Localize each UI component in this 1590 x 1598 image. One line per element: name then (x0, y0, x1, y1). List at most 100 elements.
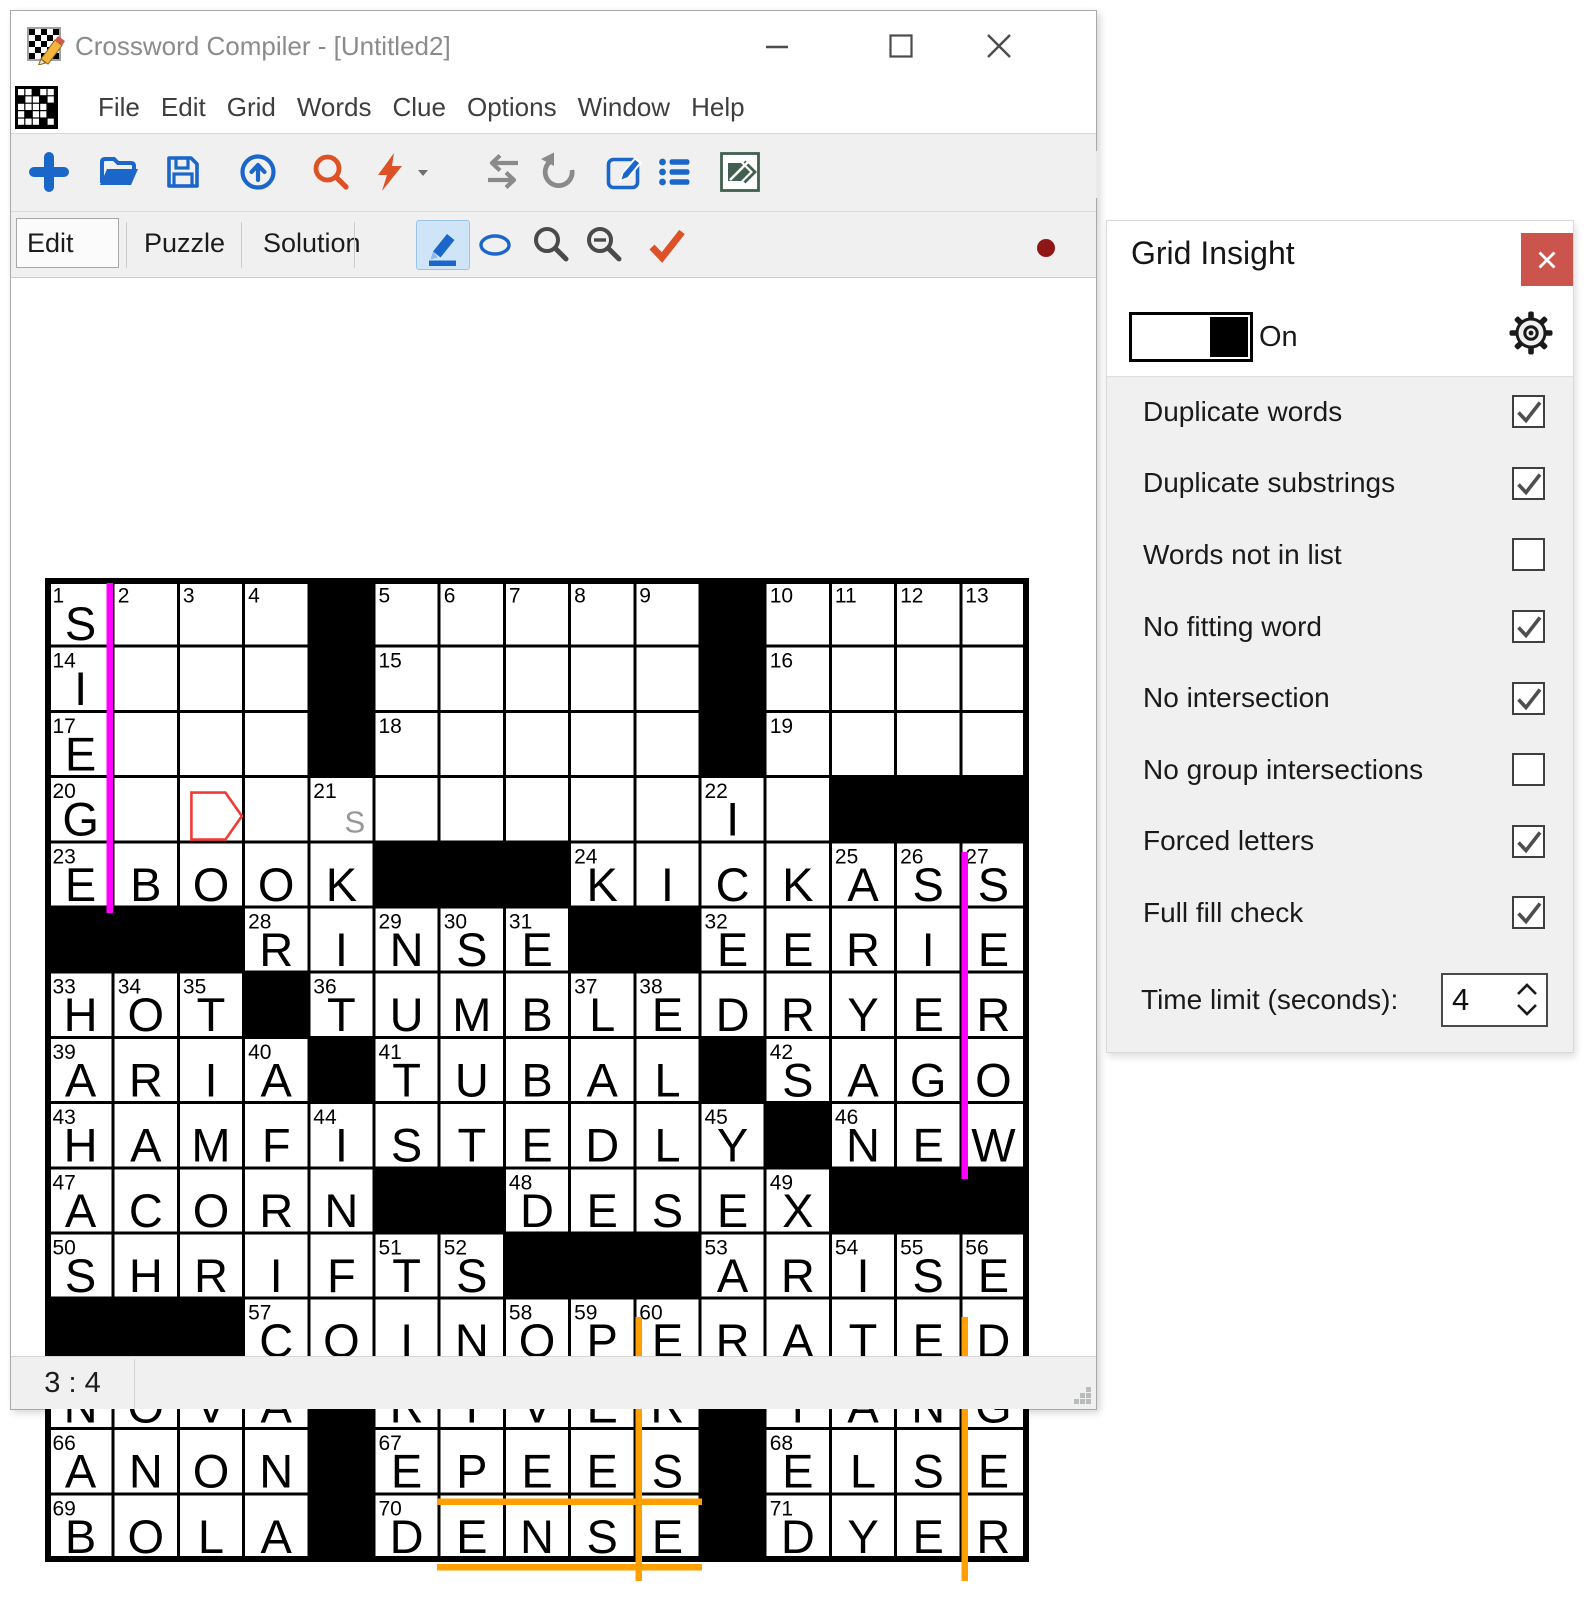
grid-cell[interactable] (244, 777, 309, 842)
new-icon[interactable] (26, 149, 72, 195)
grid-cell-black[interactable] (700, 1429, 765, 1494)
grid-cell[interactable] (635, 711, 700, 776)
grid-cell-black[interactable] (309, 1037, 374, 1102)
grid-cell-black[interactable] (570, 907, 635, 972)
grid-cell[interactable] (896, 711, 961, 776)
grid-cell[interactable] (113, 646, 178, 711)
grid-cell-black[interactable] (700, 581, 765, 646)
save-icon[interactable] (160, 149, 206, 195)
grid-cell[interactable] (570, 646, 635, 711)
tab-solution[interactable]: Solution (263, 218, 361, 268)
insight-on-toggle[interactable] (1129, 312, 1253, 362)
time-limit-spinner[interactable]: 4 (1441, 973, 1548, 1027)
tool-check[interactable] (645, 223, 689, 267)
grid-cell-black[interactable] (830, 777, 895, 842)
grid-cell-black[interactable] (178, 1298, 243, 1363)
checkbox-unchecked[interactable] (1512, 538, 1545, 571)
grid-cell[interactable] (439, 646, 504, 711)
autofill-lightning-icon[interactable] (367, 149, 413, 195)
grid-cell[interactable] (244, 711, 309, 776)
search-icon[interactable] (308, 149, 354, 195)
grid-cell[interactable] (178, 711, 243, 776)
tab-puzzle[interactable]: Puzzle (144, 218, 225, 268)
grid-cell-black[interactable] (635, 1233, 700, 1298)
checkbox-checked[interactable] (1512, 610, 1545, 643)
open-icon[interactable] (96, 149, 142, 195)
swap-arrows-icon[interactable] (480, 149, 526, 195)
grid-cell-black[interactable] (896, 1168, 961, 1233)
grid-cell-black[interactable] (961, 1168, 1026, 1233)
checkbox-checked[interactable] (1512, 395, 1545, 428)
upload-icon[interactable] (235, 149, 281, 195)
resize-grip[interactable] (1072, 1385, 1092, 1405)
chevron-up-icon[interactable] (1518, 985, 1536, 994)
grid-cell[interactable] (504, 646, 569, 711)
checkbox-checked[interactable] (1512, 467, 1545, 500)
grid-cell-black[interactable] (439, 842, 504, 907)
grid-cell-black[interactable] (635, 907, 700, 972)
grid-cell-black[interactable] (700, 711, 765, 776)
tool-zoom-in[interactable] (529, 223, 573, 267)
window-close-button[interactable] (977, 24, 1021, 68)
grid-cell-black[interactable] (765, 1103, 830, 1168)
grid-cell-black[interactable] (896, 777, 961, 842)
tool-zoom-out[interactable] (582, 223, 626, 267)
grid-cell[interactable] (961, 646, 1026, 711)
grid-cell[interactable] (961, 711, 1026, 776)
chevron-down-icon[interactable] (1518, 1005, 1536, 1014)
grid-cell-black[interactable] (309, 646, 374, 711)
grid-cell[interactable] (113, 777, 178, 842)
menu-item-words[interactable]: Words (294, 92, 375, 123)
panel-close-button[interactable] (1521, 233, 1573, 286)
checkbox-checked[interactable] (1512, 896, 1545, 929)
checkbox-checked[interactable] (1512, 825, 1545, 858)
grid-cell-black[interactable] (700, 646, 765, 711)
grid-cell[interactable] (830, 711, 895, 776)
grid-cell-black[interactable] (961, 777, 1026, 842)
grid-cell[interactable] (896, 646, 961, 711)
grid-cell-black[interactable] (700, 1494, 765, 1559)
window-maximize-button[interactable] (879, 24, 923, 68)
edit-clues-icon[interactable] (601, 149, 647, 195)
grid-cell[interactable] (504, 711, 569, 776)
window-minimize-button[interactable] (755, 24, 799, 68)
menu-item-grid[interactable]: Grid (224, 92, 279, 123)
grid-cell-black[interactable] (113, 907, 178, 972)
grid-cell-black[interactable] (309, 1494, 374, 1559)
grid-cell-black[interactable] (48, 907, 113, 972)
grid-cell-black[interactable] (700, 1037, 765, 1102)
tool-marker-pencil[interactable] (416, 220, 470, 270)
checkbox-unchecked[interactable] (1512, 753, 1545, 786)
tag-icon[interactable] (717, 149, 763, 195)
menu-item-options[interactable]: Options (464, 92, 560, 123)
grid-cell[interactable] (439, 777, 504, 842)
tab-edit[interactable]: Edit (16, 218, 119, 268)
tool-ellipse[interactable] (473, 223, 517, 267)
grid-cell-black[interactable] (504, 1233, 569, 1298)
grid-cell[interactable] (113, 711, 178, 776)
crossword-grid[interactable]: 1S234567891011121314I151617E181920G2122I… (45, 578, 1029, 1598)
gear-icon[interactable] (1503, 305, 1559, 361)
grid-cell-black[interactable] (570, 1233, 635, 1298)
grid-cell[interactable] (504, 777, 569, 842)
grid-cell[interactable] (374, 777, 439, 842)
document-grid-icon[interactable] (15, 86, 58, 129)
grid-cell[interactable] (178, 777, 243, 842)
grid-cell-black[interactable] (374, 1168, 439, 1233)
grid-cell-black[interactable] (309, 1429, 374, 1494)
menu-item-window[interactable]: Window (575, 92, 673, 123)
grid-cell-black[interactable] (830, 1168, 895, 1233)
menu-item-clue[interactable]: Clue (390, 92, 449, 123)
grid-cell-black[interactable] (309, 711, 374, 776)
grid-cell[interactable] (635, 646, 700, 711)
grid-cell[interactable] (765, 777, 830, 842)
grid-cell-black[interactable] (244, 972, 309, 1037)
checkbox-checked[interactable] (1512, 682, 1545, 715)
grid-cell[interactable] (830, 646, 895, 711)
grid-cell-black[interactable] (504, 842, 569, 907)
grid-cell-black[interactable] (48, 1298, 113, 1363)
word-list-icon[interactable] (651, 149, 697, 195)
menu-item-help[interactable]: Help (688, 92, 747, 123)
spinner-chevrons[interactable] (1513, 978, 1541, 1022)
grid-cell-black[interactable] (113, 1298, 178, 1363)
